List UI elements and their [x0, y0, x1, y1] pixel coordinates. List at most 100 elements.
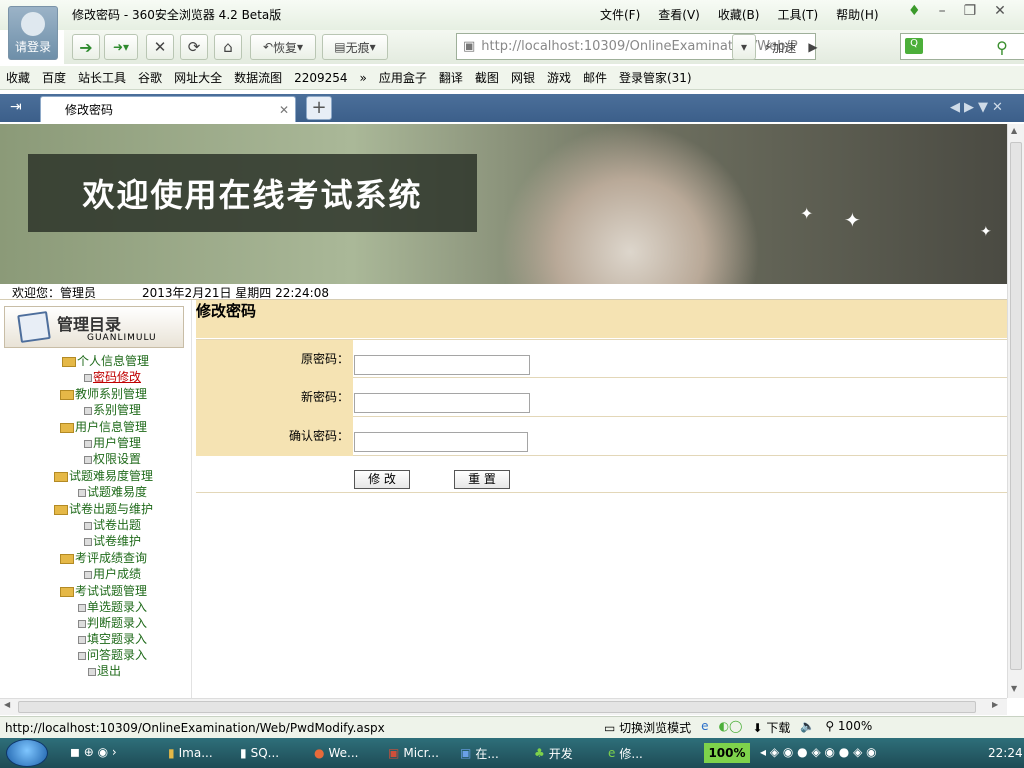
- minimize-icon[interactable]: –: [939, 3, 946, 19]
- fav-item-appbox[interactable]: 应用盒子: [379, 69, 427, 86]
- menu-tools[interactable]: 工具(T): [777, 6, 818, 23]
- fav-more-icon[interactable]: »: [360, 71, 367, 85]
- scroll-up-icon[interactable]: ▲: [1011, 126, 1017, 135]
- fav-item-dataflow[interactable]: 数据流图: [234, 69, 282, 86]
- fav-item-bank[interactable]: 网银: [511, 69, 535, 86]
- sidebar-group-difficulty[interactable]: 试题难易度管理: [54, 468, 153, 484]
- horizontal-scroll-thumb[interactable]: [18, 701, 976, 713]
- quick-launch-icons[interactable]: ◼ ⊕ ◉ ›: [70, 745, 117, 759]
- ie-icon[interactable]: e: [701, 719, 708, 736]
- sidebar-item-user-scores[interactable]: 用户成绩: [84, 566, 141, 582]
- taskbar-item-word[interactable]: ▣ 在...: [460, 742, 499, 764]
- sidebar-item-maintain-paper[interactable]: 试卷维护: [84, 533, 141, 549]
- scroll-right-icon[interactable]: ▶: [992, 700, 998, 709]
- confirm-password-field[interactable]: [354, 432, 528, 452]
- sidebar-item-difficulty[interactable]: 试题难易度: [78, 484, 147, 500]
- sidebar-item-essay[interactable]: 问答题录入: [78, 647, 147, 663]
- scroll-left-icon[interactable]: ◀: [4, 700, 10, 709]
- taskbar-item-images[interactable]: ▮ Ima...: [168, 742, 213, 764]
- sparkle-icon: ✦: [800, 204, 814, 223]
- sidebar-item-create-paper[interactable]: 试卷出题: [84, 517, 141, 533]
- sidebar-item-users[interactable]: 用户管理: [84, 435, 141, 451]
- old-password-field[interactable]: [354, 355, 530, 375]
- sidebar-group-questions[interactable]: 考试试题管理: [60, 583, 147, 599]
- taskbar-zoom-badge[interactable]: 100%: [704, 743, 750, 763]
- home-button[interactable]: ⌂: [214, 34, 242, 60]
- sidebar-group-users[interactable]: 用户信息管理: [60, 419, 147, 435]
- stop-button[interactable]: ✕: [146, 34, 174, 60]
- tab-scroll-controls[interactable]: ◀▶▼✕: [950, 100, 1007, 115]
- item-icon: [84, 455, 92, 464]
- private-mode-button[interactable]: ▤ 无痕 ▾: [322, 34, 388, 60]
- sidebar-group-personal[interactable]: 个人信息管理: [62, 353, 149, 369]
- fav-item-webmaster[interactable]: 站长工具: [78, 69, 126, 86]
- vertical-scrollbar[interactable]: ▲ ▼: [1007, 124, 1024, 698]
- main-content: 修改密码 原密码： 新密码： 确认密码： 修 改 重 置: [196, 300, 1007, 698]
- folder-icon: [54, 471, 68, 482]
- user-avatar[interactable]: 请登录: [8, 6, 58, 60]
- zoom-control[interactable]: ⚲ 100%: [825, 719, 872, 736]
- back-button[interactable]: ➔: [72, 34, 100, 60]
- taskbar-item-web[interactable]: ● We...: [314, 742, 358, 764]
- sidebar-group-department[interactable]: 教师系别管理: [60, 386, 147, 402]
- close-icon[interactable]: ✕: [994, 3, 1006, 19]
- new-tab-button[interactable]: +: [306, 96, 332, 120]
- new-password-field[interactable]: [354, 393, 530, 413]
- search-engine-icon[interactable]: Q: [905, 38, 923, 54]
- fav-item-urls[interactable]: 网址大全: [174, 69, 222, 86]
- fav-item-number[interactable]: 2209254: [294, 71, 347, 85]
- forward-button[interactable]: ➜▾: [104, 34, 138, 60]
- fav-item-mail[interactable]: 邮件: [583, 69, 607, 86]
- search-icon[interactable]: ⚲: [986, 34, 1018, 60]
- sidebar-item-password[interactable]: 密码修改: [84, 369, 141, 385]
- go-arrow-icon[interactable]: ▶: [804, 34, 822, 60]
- vertical-scroll-thumb[interactable]: [1010, 142, 1022, 670]
- taskbar-item-sql[interactable]: ▮ SQ...: [240, 742, 279, 764]
- tab-close-icon[interactable]: ✕: [279, 103, 289, 117]
- sidebar-item-fill-blank[interactable]: 填空题录入: [78, 631, 147, 647]
- download-button[interactable]: ⬇ 下载: [752, 719, 790, 736]
- fav-item-screenshot[interactable]: 截图: [475, 69, 499, 86]
- item-icon: [78, 619, 86, 628]
- fav-item-collect[interactable]: 收藏: [6, 69, 30, 86]
- scroll-down-icon[interactable]: ▼: [1011, 684, 1017, 693]
- start-button[interactable]: [6, 739, 48, 767]
- reset-button[interactable]: 重 置: [454, 470, 510, 489]
- menu-favorites[interactable]: 收藏(B): [718, 6, 760, 23]
- task-label: Micr...: [403, 746, 439, 760]
- skin-icon[interactable]: ♦: [908, 3, 921, 19]
- fav-item-translate[interactable]: 翻译: [439, 69, 463, 86]
- sidebar-item-single-choice[interactable]: 单选题录入: [78, 599, 147, 615]
- sidebar-item-true-false[interactable]: 判断题录入: [78, 615, 147, 631]
- task-label: 修...: [619, 746, 643, 761]
- switch-mode-button[interactable]: ▭ 切换浏览模式: [604, 719, 691, 736]
- fav-item-games[interactable]: 游戏: [547, 69, 571, 86]
- maximize-icon[interactable]: ❐: [964, 3, 977, 19]
- volume-icon[interactable]: 🔈: [800, 719, 815, 736]
- toggle-icon[interactable]: ◐◯: [719, 719, 743, 736]
- sidebar-toggle-icon[interactable]: ⇥: [10, 99, 22, 115]
- menu-file[interactable]: 文件(F): [600, 6, 640, 23]
- menu-view[interactable]: 查看(V): [658, 6, 700, 23]
- tray-icons[interactable]: ◂ ◈ ◉ ● ◈ ◉ ● ◈ ◉: [760, 745, 877, 759]
- restore-button[interactable]: ↶ 恢复 ▾: [250, 34, 316, 60]
- taskbar-item-ms[interactable]: ▣ Micr...: [388, 742, 439, 764]
- fav-item-google[interactable]: 谷歌: [138, 69, 162, 86]
- taskbar-item-dev[interactable]: ♣ 开发: [534, 742, 573, 764]
- site-banner: 欢迎使用在线考试系统 ✦ ✦ ✦: [0, 124, 1007, 284]
- sidebar-group-papers[interactable]: 试卷出题与维护: [54, 501, 153, 517]
- sidebar-group-scores[interactable]: 考评成绩查询: [60, 550, 147, 566]
- tab-pwd-modify[interactable]: 修改密码 ✕: [40, 96, 296, 122]
- horizontal-scrollbar[interactable]: ◀ ▶: [0, 698, 1007, 715]
- taskbar-item-browser[interactable]: e 修...: [608, 742, 643, 764]
- menu-help[interactable]: 帮助(H): [836, 6, 878, 23]
- fav-item-baidu[interactable]: 百度: [42, 69, 66, 86]
- sidebar-item-logout[interactable]: 退出: [88, 663, 121, 679]
- submit-button[interactable]: 修 改: [354, 470, 410, 489]
- sidebar-item-permissions[interactable]: 权限设置: [84, 451, 141, 467]
- speedup-button[interactable]: ⚡ 加速: [758, 34, 802, 60]
- refresh-button[interactable]: ⟳: [180, 34, 208, 60]
- sidebar-item-department[interactable]: 系别管理: [84, 402, 141, 418]
- address-dropdown[interactable]: ▾: [732, 34, 756, 60]
- fav-item-login-manager[interactable]: 登录管家(31): [619, 69, 692, 86]
